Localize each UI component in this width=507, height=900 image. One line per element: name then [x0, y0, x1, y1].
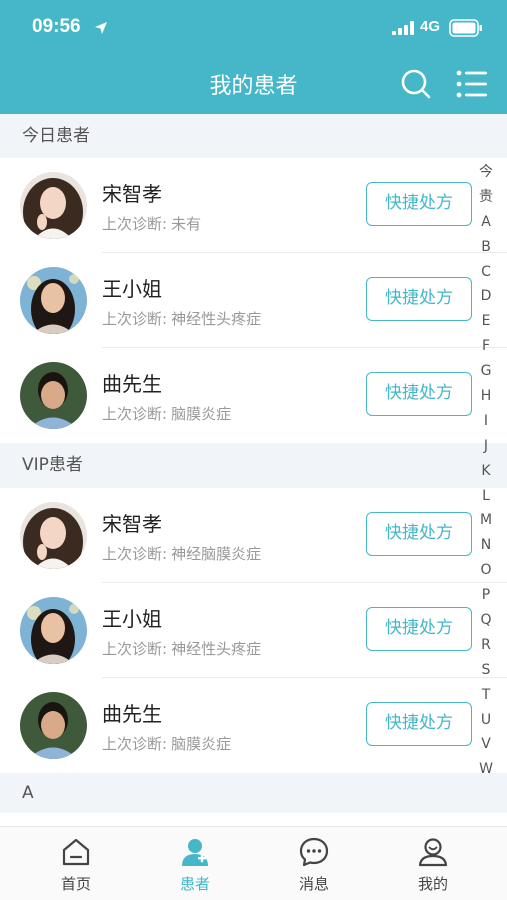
- diagnosis-label: 上次诊断:: [102, 215, 168, 233]
- index-letter[interactable]: T: [474, 683, 498, 708]
- diagnosis-value: 神经性头疼症: [171, 640, 262, 658]
- patient-name: 宋智孝: [102, 512, 162, 536]
- message-icon: [299, 837, 329, 867]
- diagnosis-value: 脑膜炎症: [171, 405, 232, 423]
- index-letter[interactable]: E: [474, 309, 498, 334]
- patient-row[interactable]: 曲先生 上次诊断: 脑膜炎症 快捷处方: [0, 348, 507, 443]
- diagnosis-value: 未有: [171, 215, 202, 233]
- menu-list-icon[interactable]: [456, 70, 488, 98]
- patient-name: 王小姐: [102, 607, 162, 631]
- last-diagnosis: 上次诊断: 神经脑膜炎症: [102, 543, 261, 564]
- index-letter[interactable]: G: [474, 359, 498, 384]
- tab-label: 我的: [417, 875, 448, 893]
- patient-name: 王小姐: [102, 277, 162, 301]
- home-icon: [62, 838, 90, 866]
- network-label: 4G: [420, 18, 441, 35]
- section-header-vip: VIP患者: [0, 443, 507, 488]
- patient-row[interactable]: 王小姐 上次诊断: 神经性头疼症 快捷处方: [0, 583, 507, 678]
- tab-label: 消息: [298, 875, 329, 893]
- alphabet-index-bar[interactable]: 今 贵 A B C D E F G H I J K L M N O P Q R …: [474, 160, 498, 782]
- index-letter[interactable]: U: [474, 708, 498, 733]
- quick-prescription-button[interactable]: 快捷处方: [366, 702, 472, 746]
- diagnosis-value: 脑膜炎症: [171, 735, 232, 753]
- avatar: [20, 502, 87, 569]
- signal-icon: [392, 21, 414, 35]
- quick-prescription-button[interactable]: 快捷处方: [366, 607, 472, 651]
- section-header-today: 今日患者: [0, 114, 507, 158]
- last-diagnosis: 上次诊断: 脑膜炎症: [102, 733, 231, 754]
- quick-prescription-button[interactable]: 快捷处方: [366, 512, 472, 556]
- diagnosis-value: 神经性头疼症: [171, 310, 262, 328]
- diagnosis-label: 上次诊断:: [102, 405, 168, 423]
- index-letter[interactable]: K: [474, 459, 498, 484]
- last-diagnosis: 上次诊断: 神经性头疼症: [102, 308, 261, 329]
- patient-name: 曲先生: [102, 702, 162, 726]
- tab-label: 首页: [60, 875, 91, 893]
- index-letter[interactable]: W: [474, 757, 498, 782]
- tab-home[interactable]: 首页: [17, 827, 135, 900]
- last-diagnosis: 上次诊断: 脑膜炎症: [102, 403, 231, 424]
- index-letter[interactable]: O: [474, 558, 498, 583]
- index-letter[interactable]: P: [474, 583, 498, 608]
- index-letter[interactable]: 贵: [474, 185, 498, 210]
- battery-icon: [449, 19, 482, 37]
- last-diagnosis: 上次诊断: 神经性头疼症: [102, 638, 261, 659]
- diagnosis-label: 上次诊断:: [102, 640, 168, 658]
- avatar: [20, 692, 87, 759]
- index-letter[interactable]: H: [474, 384, 498, 409]
- quick-prescription-button[interactable]: 快捷处方: [366, 277, 472, 321]
- quick-prescription-button[interactable]: 快捷处方: [366, 182, 472, 226]
- profile-icon: [418, 838, 448, 867]
- index-letter[interactable]: V: [474, 732, 498, 757]
- location-arrow-icon: [95, 22, 107, 34]
- section-header-a: A: [0, 773, 507, 813]
- index-letter[interactable]: B: [474, 235, 498, 260]
- patient-name: 宋智孝: [102, 182, 162, 206]
- avatar: [20, 597, 87, 664]
- diagnosis-label: 上次诊断:: [102, 310, 168, 328]
- tab-messages[interactable]: 消息: [255, 827, 373, 900]
- index-letter[interactable]: L: [474, 484, 498, 509]
- last-diagnosis: 上次诊断: 未有: [102, 213, 201, 234]
- index-letter[interactable]: A: [474, 210, 498, 235]
- patient-row[interactable]: 宋智孝 上次诊断: 神经脑膜炎症 快捷处方: [0, 488, 507, 583]
- avatar: [20, 267, 87, 334]
- index-letter[interactable]: M: [474, 508, 498, 533]
- index-letter[interactable]: F: [474, 334, 498, 359]
- quick-prescription-button[interactable]: 快捷处方: [366, 372, 472, 416]
- diagnosis-label: 上次诊断:: [102, 735, 168, 753]
- patient-name: 曲先生: [102, 372, 162, 396]
- patient-row[interactable]: 曲先生 上次诊断: 脑膜炎症 快捷处方: [0, 678, 507, 773]
- index-letter[interactable]: C: [474, 260, 498, 285]
- index-letter[interactable]: 今: [474, 160, 498, 185]
- index-letter[interactable]: R: [474, 633, 498, 658]
- diagnosis-label: 上次诊断:: [102, 545, 168, 563]
- index-letter[interactable]: S: [474, 658, 498, 683]
- tab-label: 患者: [179, 875, 210, 893]
- index-letter[interactable]: J: [474, 434, 498, 459]
- patient-row[interactable]: 宋智孝 上次诊断: 未有 快捷处方: [0, 158, 507, 253]
- bottom-tab-bar: 首页 患者 消息 我的: [0, 826, 507, 900]
- app-header: 09:56 4G 我的患者: [0, 0, 507, 114]
- search-icon[interactable]: [400, 68, 432, 100]
- patient-icon: [182, 839, 208, 866]
- patient-row[interactable]: 王小姐 上次诊断: 神经性头疼症 快捷处方: [0, 253, 507, 348]
- avatar: [20, 362, 87, 429]
- tab-patients[interactable]: 患者: [136, 827, 254, 900]
- status-time: 09:56: [32, 16, 81, 37]
- diagnosis-value: 神经脑膜炎症: [171, 545, 262, 563]
- index-letter[interactable]: D: [474, 284, 498, 309]
- index-letter[interactable]: Q: [474, 608, 498, 633]
- index-letter[interactable]: N: [474, 533, 498, 558]
- avatar: [20, 172, 87, 239]
- tab-profile[interactable]: 我的: [374, 827, 492, 900]
- status-bar: 09:56 4G: [0, 0, 507, 56]
- index-letter[interactable]: I: [474, 409, 498, 434]
